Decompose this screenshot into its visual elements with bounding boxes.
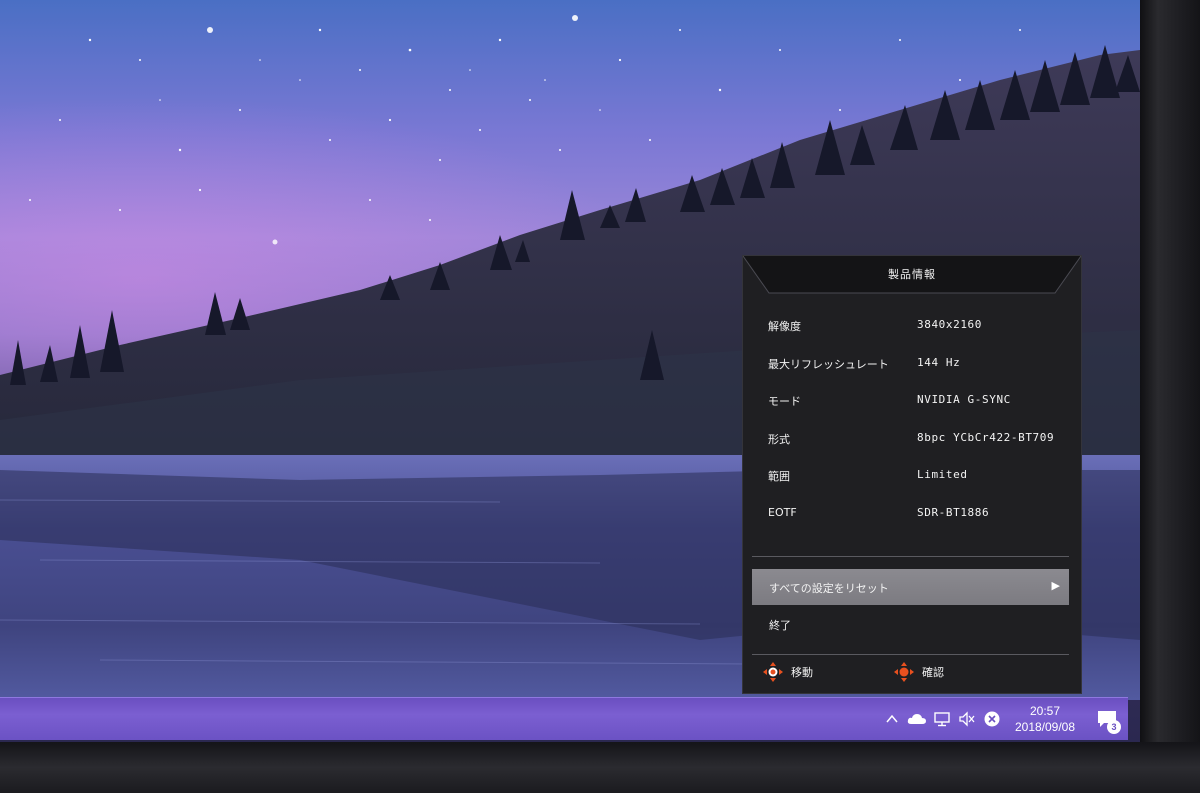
info-label: 解像度 (768, 320, 801, 333)
exit-button[interactable]: 終了 (752, 606, 1069, 642)
osd-divider (752, 654, 1069, 655)
clock-time: 20:57 (1029, 704, 1061, 718)
info-value: SDR-BT1886 (917, 505, 990, 519)
info-row-eotf: EOTF SDR-BT1886 (743, 500, 1081, 538)
info-value: NVIDIA G-SYNC (917, 393, 1011, 407)
osd-divider (752, 556, 1069, 557)
reset-all-settings-button[interactable]: すべての設定をリセット ▶ (752, 569, 1069, 605)
osd-menu: 製品情報 解像度 3840x2160 最大リフレッシュレート 144 Hz モー… (742, 255, 1082, 694)
notification-count: 3 (1107, 720, 1121, 734)
info-value: 144 Hz (917, 355, 961, 369)
monitor-bezel-bottom (0, 742, 1200, 793)
info-row-max-refresh-rate: 最大リフレッシュレート 144 Hz (743, 350, 1081, 388)
info-label: 形式 (768, 432, 790, 446)
taskbar-clock[interactable]: 20:57 2018/09/08 (1004, 698, 1086, 740)
exit-label: 終了 (769, 619, 791, 632)
info-row-format: 形式 8bpc YCbCr422-BT709 (743, 425, 1081, 463)
clock-date: 2018/09/08 (1014, 720, 1076, 734)
osd-footer: 移動 確認 (743, 657, 1081, 687)
move-hint: 移動 (762, 661, 813, 683)
joystick-move-icon (763, 662, 783, 682)
onedrive-cloud-icon[interactable] (905, 707, 929, 731)
monitor-bezel-right (1140, 0, 1200, 793)
info-label: EOTF (768, 505, 797, 519)
joystick-confirm-icon (894, 662, 914, 682)
info-row-mode: モード NVIDIA G-SYNC (743, 387, 1081, 425)
confirm-hint: 確認 (893, 661, 944, 683)
product-info-list: 解像度 3840x2160 最大リフレッシュレート 144 Hz モード NVI… (743, 312, 1081, 538)
taskbar: 20:57 2018/09/08 3 (0, 697, 1128, 740)
info-label: 最大リフレッシュレート (768, 357, 889, 371)
chevron-right-icon: ▶ (1051, 579, 1060, 592)
info-row-resolution: 解像度 3840x2160 (743, 312, 1081, 350)
info-value: 3840x2160 (917, 318, 983, 331)
action-center-icon[interactable]: 3 (1086, 698, 1128, 740)
info-label: モード (768, 395, 801, 409)
network-icon[interactable] (930, 707, 954, 731)
info-row-range: 範囲 Limited (743, 462, 1081, 500)
confirm-label: 確認 (922, 666, 944, 679)
move-label: 移動 (791, 666, 813, 679)
info-label: 範囲 (768, 470, 790, 484)
info-value: 8bpc YCbCr422-BT709 (917, 430, 1055, 444)
info-value: Limited (917, 468, 968, 482)
volume-muted-icon[interactable] (955, 707, 979, 731)
osd-title: 製品情報 (888, 268, 936, 281)
chevron-up-icon[interactable] (880, 707, 904, 731)
system-tray: 20:57 2018/09/08 3 (879, 698, 1128, 740)
close-circle-icon[interactable] (980, 707, 1004, 731)
reset-all-settings-label: すべての設定をリセット (769, 582, 889, 595)
